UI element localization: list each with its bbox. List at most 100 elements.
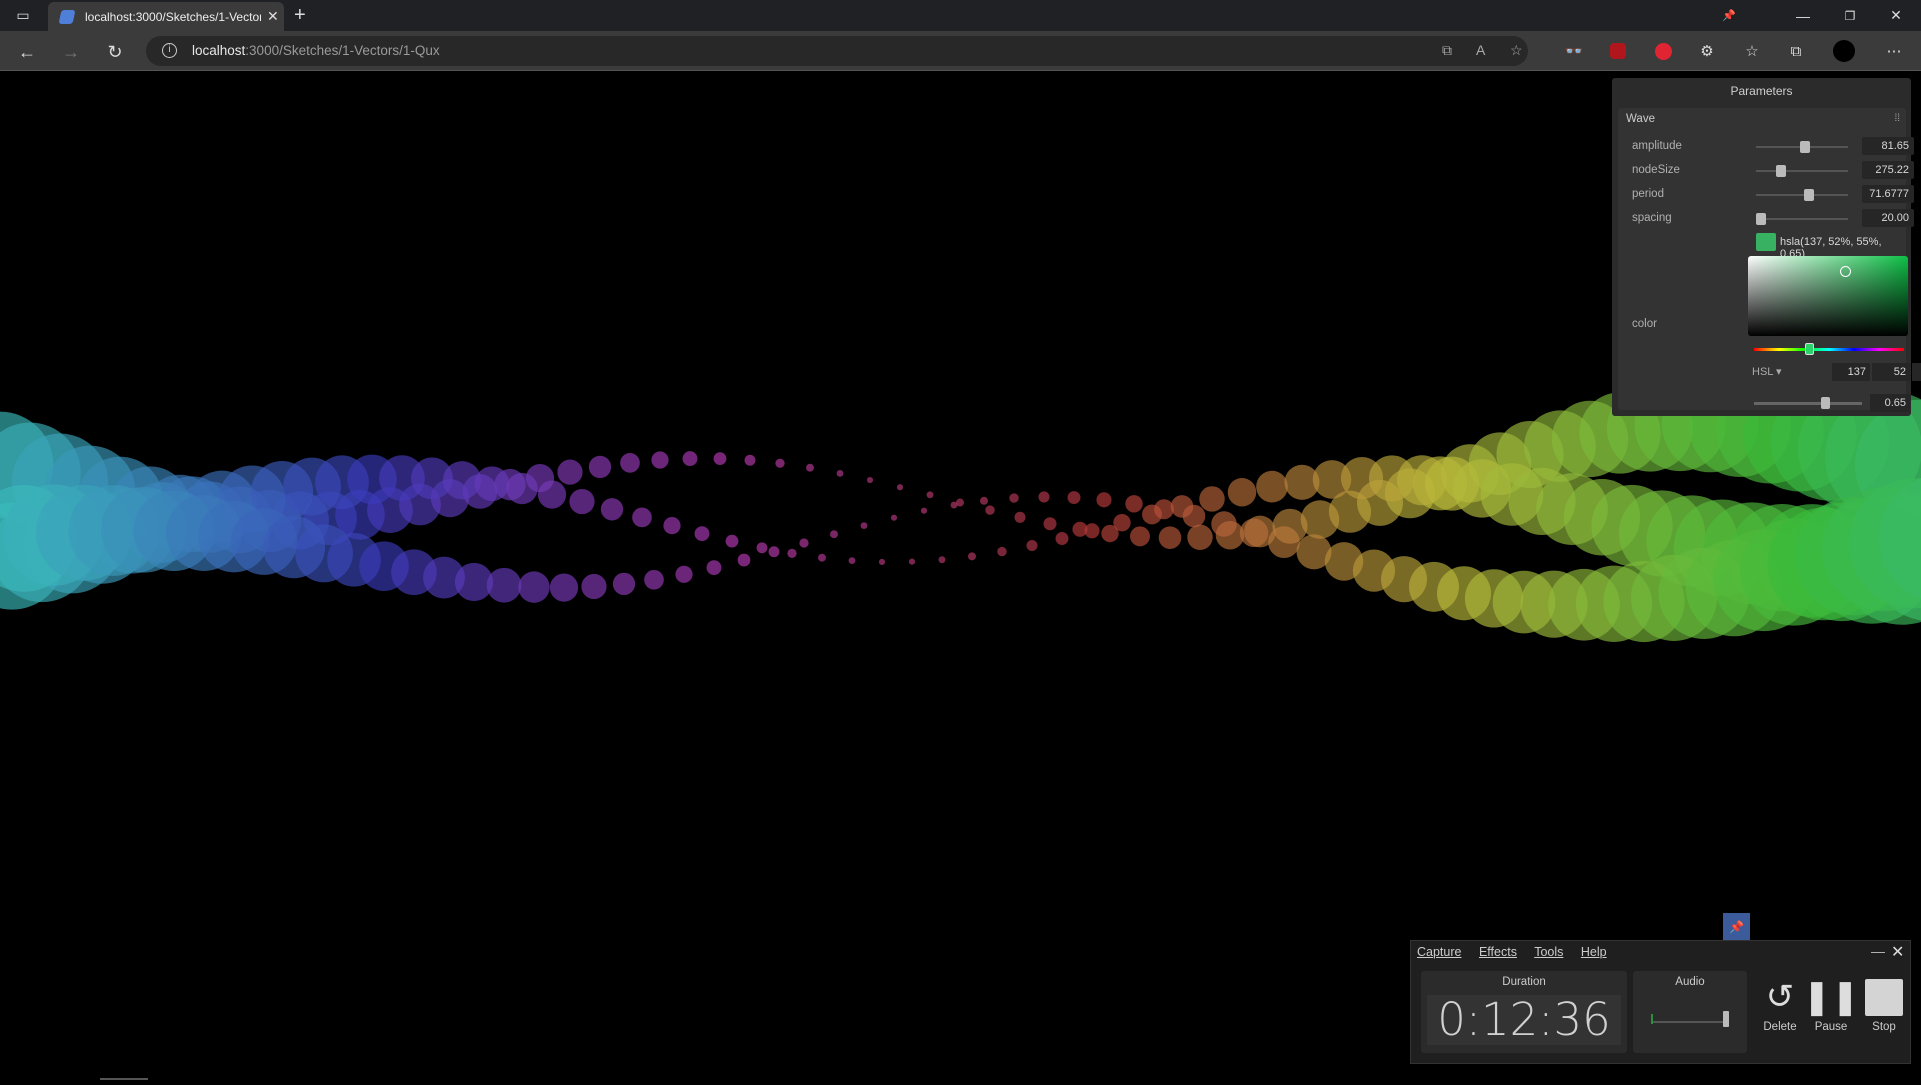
wave-node [866,476,874,484]
reload-icon[interactable]: ↻ [102,39,128,65]
wave-node [1055,532,1069,545]
wave-node [950,501,958,509]
wave-node [612,572,636,596]
wave-node [569,488,595,515]
period-slider[interactable] [1756,189,1848,201]
recorder-menu: Capture Effects Tools Help [1417,945,1621,959]
recorder-minimize-icon[interactable]: — [1871,943,1885,959]
alpha-input[interactable]: 0.65 [1870,394,1910,412]
period-slider-knob[interactable] [1804,189,1814,201]
folder-handle-icon[interactable]: ⁞⁞ [1894,113,1900,124]
more-icon[interactable]: ⋯ [1883,40,1905,62]
restore-icon[interactable]: ❐ [1827,0,1873,31]
parameters-title: Parameters [1730,84,1793,98]
extension-glasses-icon[interactable]: 👓 [1563,40,1585,62]
wave-node [1227,478,1257,507]
delete-button[interactable]: ↺ Delete [1755,973,1805,1053]
period-value[interactable]: 71.6777 [1862,185,1914,203]
wave-node [1199,486,1225,512]
nodesize-label: nodeSize [1632,164,1680,176]
wave-node [651,451,669,469]
wave-node [694,526,710,542]
nodesize-slider-knob[interactable] [1776,165,1786,177]
minimize-icon[interactable]: — [1780,0,1826,31]
wave-node [1043,517,1057,531]
alpha-slider-knob[interactable] [1821,397,1830,409]
wave-node [1182,504,1206,528]
site-info-icon[interactable]: i [162,43,177,58]
color-label: color [1632,318,1657,330]
amplitude-slider-knob[interactable] [1800,141,1810,153]
stop-button[interactable]: Stop [1859,973,1909,1053]
address-bar[interactable]: i localhost:3000/Sketches/1-Vectors/1-Qu… [146,36,1528,66]
delete-icon: ↺ [1765,978,1795,1016]
wave-node [663,517,681,535]
duration-time: 0:12:36 [1427,995,1621,1045]
recorder-close-icon[interactable]: ✕ [1891,942,1904,962]
wave-node [1009,493,1019,503]
open-in-app-icon[interactable]: ⧉ [1442,42,1452,59]
menu-tools[interactable]: Tools [1534,945,1563,959]
hue-input[interactable]: 137 [1832,363,1870,381]
wave-node [581,573,607,600]
wave-node [878,558,886,565]
url-text[interactable]: localhost:3000/Sketches/1-Vectors/1-Qux [192,43,440,58]
read-aloud-icon[interactable]: A [1476,42,1485,58]
ublock-icon[interactable] [1607,40,1629,62]
delete-label: Delete [1763,1021,1797,1033]
menu-help[interactable]: Help [1581,945,1607,959]
spacing-row: spacing 20.00 [1632,209,1914,229]
tab-actions-icon[interactable]: ▭ [0,0,46,31]
profile-avatar[interactable] [1833,40,1855,62]
menu-capture[interactable]: Capture [1417,945,1461,959]
color-swatch[interactable] [1756,233,1776,251]
wave-node [588,455,612,479]
audio-level-knob[interactable] [1723,1011,1729,1027]
audio-level-slider[interactable] [1651,1011,1729,1027]
add-favorite-icon[interactable]: ☆ [1510,42,1523,59]
wave-node [474,466,510,502]
wave-node [537,480,567,509]
amplitude-value[interactable]: 81.65 [1862,137,1914,155]
spacing-slider-knob[interactable] [1756,213,1766,225]
amplitude-label: amplitude [1632,140,1682,152]
recorder-pin-button[interactable]: 📌 [1723,913,1750,940]
wave-node [1038,491,1050,503]
tab-title: localhost:3000/Sketches/1-Vectors/1-Qux [85,9,261,24]
wave-node [836,469,844,477]
pause-button[interactable]: ❚❚ Pause [1803,973,1860,1053]
alpha-slider[interactable] [1754,397,1862,409]
browser-tab[interactable]: localhost:3000/Sketches/1-Vectors/1-Qux … [48,2,284,31]
spacing-value[interactable]: 20.00 [1862,209,1914,227]
lightness-input[interactable]: 55 [1912,363,1921,381]
favorites-icon[interactable]: ☆ [1741,40,1763,62]
new-tab-icon[interactable]: + [294,4,306,27]
wave-node [926,491,934,499]
nodesize-value[interactable]: 275.22 [1862,161,1914,179]
extension-red-icon[interactable] [1652,40,1674,62]
wave-node [1268,526,1300,559]
pin-icon[interactable]: 📌 [1706,0,1752,31]
wave-node [1113,513,1131,532]
nodesize-slider[interactable] [1756,165,1848,177]
color-picker-handle[interactable] [1840,266,1851,277]
stop-icon [1859,973,1909,1021]
color-mode-select[interactable]: HSL ▾ [1752,365,1782,378]
extensions-icon[interactable]: ⚙ [1696,40,1718,62]
amplitude-slider[interactable] [1756,141,1848,153]
menu-effects[interactable]: Effects [1479,945,1517,959]
tab-close-icon[interactable]: ✕ [267,8,279,25]
wave-node [830,530,838,539]
hue-slider[interactable] [1754,343,1904,355]
back-icon[interactable]: ← [14,39,40,65]
window-close-icon[interactable]: ✕ [1873,0,1919,31]
saturation-lightness-picker[interactable] [1748,256,1908,336]
hue-slider-knob[interactable] [1805,343,1814,355]
wave-folder-title[interactable]: Wave [1626,113,1655,125]
wave-node [799,538,809,548]
amplitude-row: amplitude 81.65 [1632,137,1914,157]
spacing-slider[interactable] [1756,213,1848,225]
saturation-input[interactable]: 52 [1872,363,1910,381]
collections-icon[interactable]: ⧉ [1785,40,1807,62]
forward-icon[interactable]: → [58,39,84,65]
